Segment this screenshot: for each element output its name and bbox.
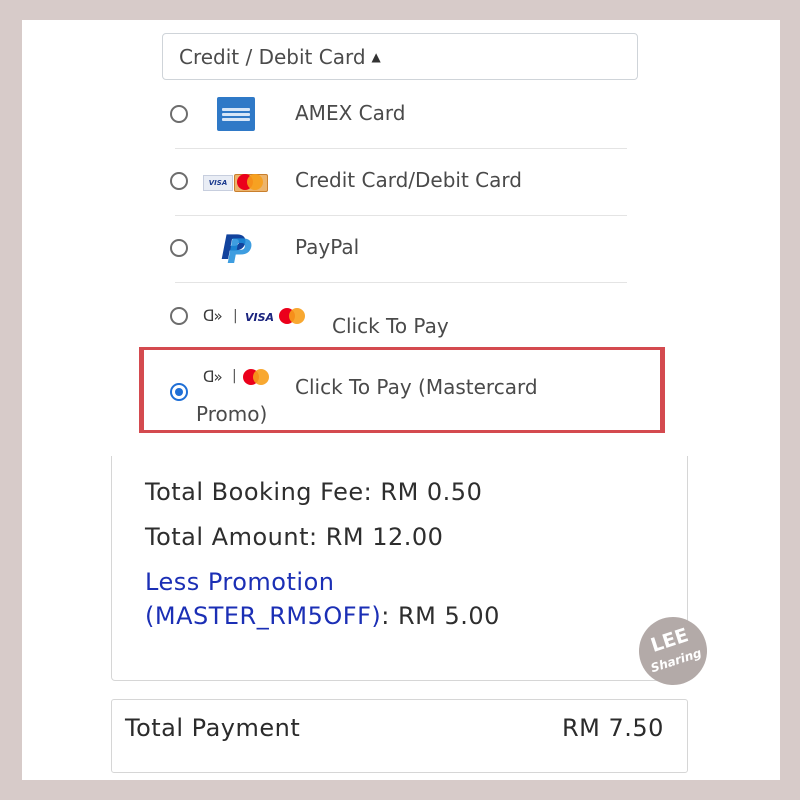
caret-up-icon: ▲ [371,49,381,64]
promo-value: : RM 5.00 [381,602,500,630]
click-to-pay-icon: ᗡ» [203,368,223,386]
payment-option-label: Click To Pay (Mastercard [295,375,538,399]
mastercard-logo-icon [279,308,307,324]
paypal-logo-icon: PP [221,228,252,272]
radio-paypal[interactable] [170,239,188,257]
total-payment-value: RM 7.50 [562,714,664,742]
radio-amex[interactable] [170,105,188,123]
separator-pipe: | [233,308,238,324]
payment-option-label: AMEX Card [295,101,406,125]
payment-option-click-to-pay[interactable]: ᗡ» | VISA Click To Pay [170,283,627,350]
mastercard-logo-icon [243,369,271,385]
total-payment-label: Total Payment [125,714,301,742]
payment-option-amex[interactable]: AMEX Card [170,82,627,149]
radio-credit-debit[interactable] [170,172,188,190]
amex-logo-icon [217,97,255,131]
payment-option-label: PayPal [295,235,360,259]
radio-click-to-pay[interactable] [170,307,188,325]
radio-click-to-pay-mastercard[interactable] [170,383,188,401]
payment-option-paypal[interactable]: PP PayPal [170,216,627,283]
dropdown-label: Credit / Debit Card [179,44,366,69]
promotion-label: Less Promotion [145,568,335,596]
payment-option-label-continued: Promo) [196,402,268,426]
visa-card-icon: VISA [203,175,233,191]
promo-code: (MASTER_RM5OFF) [145,602,382,630]
payment-method-dropdown[interactable]: Credit / Debit Card ▲ [162,33,638,80]
total-amount-text: Total Amount: RM 12.00 [145,523,444,551]
separator-pipe: | [232,368,237,384]
mastercard-logo-icon [237,174,265,190]
payment-option-label: Credit Card/Debit Card [295,168,522,192]
visa-logo-icon: VISA [245,311,275,324]
payment-option-credit-debit[interactable]: VISA Credit Card/Debit Card [170,149,627,216]
promotion-line: (MASTER_RM5OFF): RM 5.00 [145,602,500,630]
booking-fee-text: Total Booking Fee: RM 0.50 [145,478,483,506]
click-to-pay-icon: ᗡ» [203,307,223,325]
payment-option-label: Click To Pay [332,314,449,338]
